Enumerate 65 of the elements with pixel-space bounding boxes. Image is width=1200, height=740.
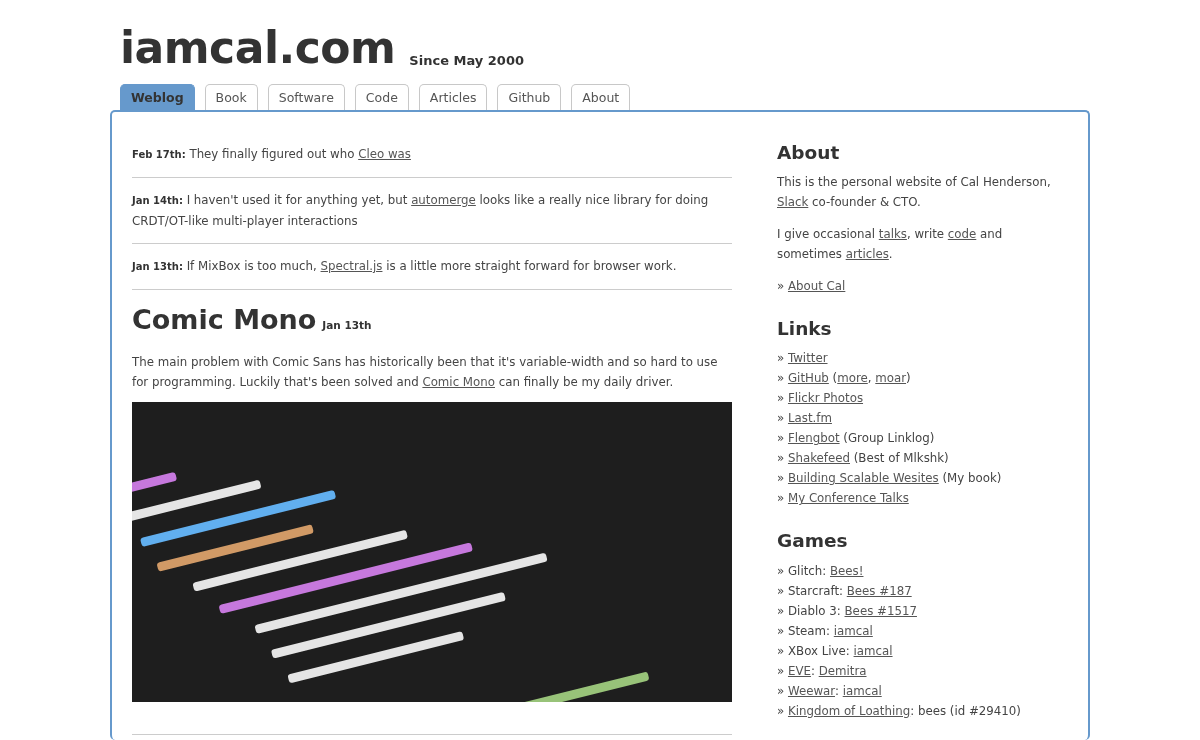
link[interactable]: About Cal: [787, 279, 846, 294]
link[interactable]: Comic Mono: [422, 375, 495, 389]
link[interactable]: Flengbot: [787, 431, 840, 446]
link[interactable]: Twitter: [787, 351, 828, 366]
nav-tab[interactable]: Code: [354, 84, 409, 110]
link-item: » Flickr Photos: [777, 390, 865, 408]
link-item: » Flengbot (Group Linklog): [777, 430, 936, 448]
link[interactable]: Building Scalable Wesites: [787, 471, 939, 486]
post-text: Jan 13th: If MixBox is too much, Spectral.js is a little more straight forward for browser work.: [132, 244, 732, 290]
article-title[interactable]: Comic Mono: [132, 302, 317, 338]
link-item: » My Conference Talks: [777, 490, 910, 508]
sidebar-text: This is the personal website of Cal Henderson, Slack co-founder & CTO.: [777, 174, 1052, 212]
link-item: » GitHub (more, moar): [777, 370, 912, 388]
link-item: » Weewar: iamcal: [777, 682, 883, 700]
link[interactable]: iamcal: [853, 643, 893, 658]
link[interactable]: Bees #187: [846, 583, 912, 598]
link[interactable]: code: [947, 227, 977, 242]
link[interactable]: Spectral.js: [320, 259, 383, 273]
link[interactable]: Shakefeed: [787, 451, 850, 466]
link[interactable]: articles: [845, 247, 889, 262]
section-heading: Games: [777, 530, 849, 553]
article-date: Jan 13th: [322, 318, 372, 333]
nav-tab[interactable]: Software: [267, 84, 345, 110]
nav-tab[interactable]: Weblog: [120, 84, 195, 110]
post-text: Feb 17th: They finally figured out who Cleo was: [132, 132, 732, 178]
link[interactable]: My Conference Talks: [787, 491, 909, 506]
sidebar-text: » About Cal: [777, 278, 847, 296]
link-item: » XBox Live: iamcal: [777, 642, 894, 660]
link[interactable]: Bees #1517: [844, 603, 917, 618]
link[interactable]: automerge: [411, 193, 476, 207]
link[interactable]: Weewar: [787, 683, 835, 698]
link[interactable]: EVE: [787, 663, 811, 678]
link-item: » Last.fm: [777, 410, 833, 428]
site-tagline: Since May 2000: [409, 51, 524, 70]
link[interactable]: iamcal: [833, 623, 873, 638]
link-item: » Diablo 3: Bees #1517: [777, 602, 918, 620]
link[interactable]: Demitra: [818, 663, 867, 678]
nav-tab[interactable]: Github: [497, 84, 562, 110]
link-item: » Shakefeed (Best of Mlkshk): [777, 450, 950, 468]
link-item: » EVE: Demitra: [777, 662, 868, 680]
link[interactable]: Slack: [777, 195, 809, 210]
link[interactable]: Bees!: [830, 563, 864, 578]
link[interactable]: GitHub: [787, 371, 829, 386]
nav-tab[interactable]: Articles: [418, 84, 488, 110]
link[interactable]: Last.fm: [787, 411, 832, 426]
link[interactable]: Cleo was: [358, 147, 411, 161]
sidebar-text: I give occasional talks, write code and sometimes articles.: [777, 226, 1004, 264]
article-text: The main problem with Comic Sans has historically been that it's variable-width and so hard to use for programming. Luckily that's been solved and Comic Mono can finally be my daily driver.: [132, 354, 719, 391]
nav-tab[interactable]: Book: [204, 84, 258, 110]
section-heading: About: [777, 142, 841, 165]
section-heading: Links: [777, 318, 833, 341]
link[interactable]: iamcal: [842, 683, 882, 698]
link[interactable]: talks: [878, 227, 907, 242]
link-item: » Twitter: [777, 350, 829, 368]
link-item: » Steam: iamcal: [777, 622, 874, 640]
site-title[interactable]: iamcal.com: [120, 26, 396, 70]
link-item: » Building Scalable Wesites (My book): [777, 470, 1003, 488]
link-item: » Kingdom of Loathing: bees (id #29410): [777, 702, 1022, 720]
nav-tab[interactable]: About: [571, 84, 631, 110]
link[interactable]: Flickr Photos: [787, 391, 864, 406]
post-text: Jan 14th: I haven't used it for anything yet, but automerge looks like a really nice library for doing CRDT/OT-like multi-player interactions: [132, 178, 732, 244]
link[interactable]: more: [837, 371, 868, 386]
link[interactable]: moar: [875, 371, 907, 386]
link-item: » Starcraft: Bees #187: [777, 582, 913, 600]
link-item: » Glitch: Bees!: [777, 562, 865, 580]
